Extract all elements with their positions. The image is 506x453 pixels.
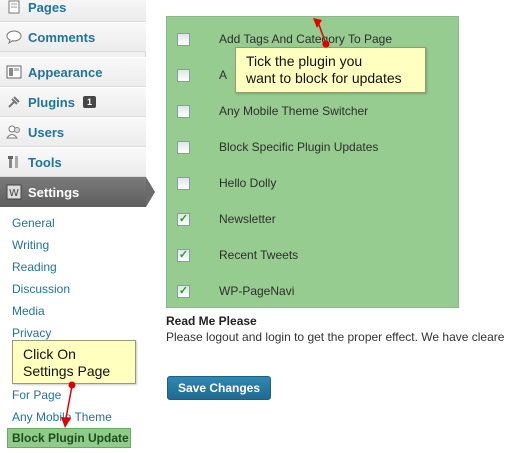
submenu-any-mobile-theme[interactable]: Any Mobile Theme — [12, 410, 112, 424]
settings-icon: W — [6, 184, 22, 200]
plugin-name: Add Tags And Category To Page — [219, 32, 393, 46]
menu-pages-label: Pages — [28, 0, 67, 15]
plugin-checkbox[interactable] — [177, 32, 190, 46]
svg-text:W: W — [9, 188, 19, 199]
settings-tip-line1: Click On — [23, 346, 76, 362]
menu-pages[interactable]: Pages — [0, 0, 146, 22]
plugin-checkbox[interactable] — [177, 284, 190, 298]
plugin-row: Block Specific Plugin Updates — [167, 129, 460, 165]
current-menu-arrow — [146, 177, 155, 207]
menu-settings[interactable]: W Settings — [0, 177, 146, 207]
readme-title: Read Me Please — [166, 314, 257, 328]
submenu-for-page[interactable]: For Page — [12, 388, 61, 402]
plugin-row: Recent Tweets — [167, 237, 460, 273]
plugin-name: Newsletter — [219, 212, 276, 226]
plugin-name: WP-PageNavi — [219, 284, 295, 298]
plugin-tip-callout: Tick the plugin you want to block for up… — [235, 47, 426, 93]
settings-tip-line2: Settings Page — [23, 363, 111, 379]
plugin-name: Hello Dolly — [219, 176, 277, 190]
menu-comments[interactable]: Comments — [0, 22, 146, 52]
plugin-tip-line2: want to block for updates — [246, 70, 402, 86]
submenu-media[interactable]: Media — [12, 304, 45, 318]
submenu-discussion[interactable]: Discussion — [12, 282, 70, 296]
submenu-privacy[interactable]: Privacy — [12, 326, 51, 340]
submenu-block-plugin-update[interactable]: Block Plugin Update — [7, 428, 131, 448]
plugin-checkbox[interactable] — [177, 176, 190, 190]
menu-tools[interactable]: Tools — [0, 147, 146, 177]
menu-appearance[interactable]: Appearance — [0, 57, 146, 87]
menu-plugins[interactable]: Plugins 1 — [0, 87, 146, 117]
comments-icon — [6, 29, 22, 45]
menu-plugins-label: Plugins — [28, 94, 75, 110]
readme-text: Please logout and login to get the prope… — [166, 330, 505, 344]
menu-comments-label: Comments — [28, 29, 96, 45]
plugin-row: WP-PageNavi — [167, 273, 460, 309]
menu-settings-label: Settings — [28, 184, 80, 200]
plugins-update-badge: 1 — [82, 96, 96, 108]
plugin-name: Recent Tweets — [219, 248, 299, 262]
menu-appearance-label: Appearance — [28, 64, 103, 80]
settings-tip-callout: Click On Settings Page — [12, 340, 136, 384]
submenu-reading[interactable]: Reading — [12, 260, 57, 274]
menu-tools-label: Tools — [28, 154, 62, 170]
plugin-row: Hello Dolly — [167, 165, 460, 201]
plugin-row: Any Mobile Theme Switcher — [167, 93, 460, 129]
menu-users-label: Users — [28, 124, 65, 140]
plugin-checkbox[interactable] — [177, 212, 190, 226]
plugin-checkbox[interactable] — [177, 104, 190, 118]
plugin-name: Any Mobile Theme Switcher — [219, 104, 369, 118]
menu-users[interactable]: Users — [0, 117, 146, 147]
submenu-general[interactable]: General — [12, 216, 55, 230]
tools-icon — [6, 154, 22, 170]
plugin-checkbox[interactable] — [177, 140, 190, 154]
plugin-name: A — [219, 68, 228, 82]
save-changes-button[interactable]: Save Changes — [167, 376, 271, 400]
appearance-icon — [6, 64, 22, 80]
pages-icon — [6, 0, 22, 15]
plugin-checkbox[interactable] — [177, 248, 190, 262]
plugins-icon — [6, 94, 22, 110]
plugin-row: Newsletter — [167, 201, 460, 237]
plugin-tip-line1: Tick the plugin you — [246, 53, 363, 69]
plugin-name: Block Specific Plugin Updates — [219, 140, 379, 154]
plugin-checkbox[interactable] — [177, 68, 190, 82]
users-icon — [6, 124, 22, 140]
settings-submenu: General Writing Reading Discussion Media… — [0, 207, 146, 453]
submenu-writing[interactable]: Writing — [12, 238, 49, 252]
